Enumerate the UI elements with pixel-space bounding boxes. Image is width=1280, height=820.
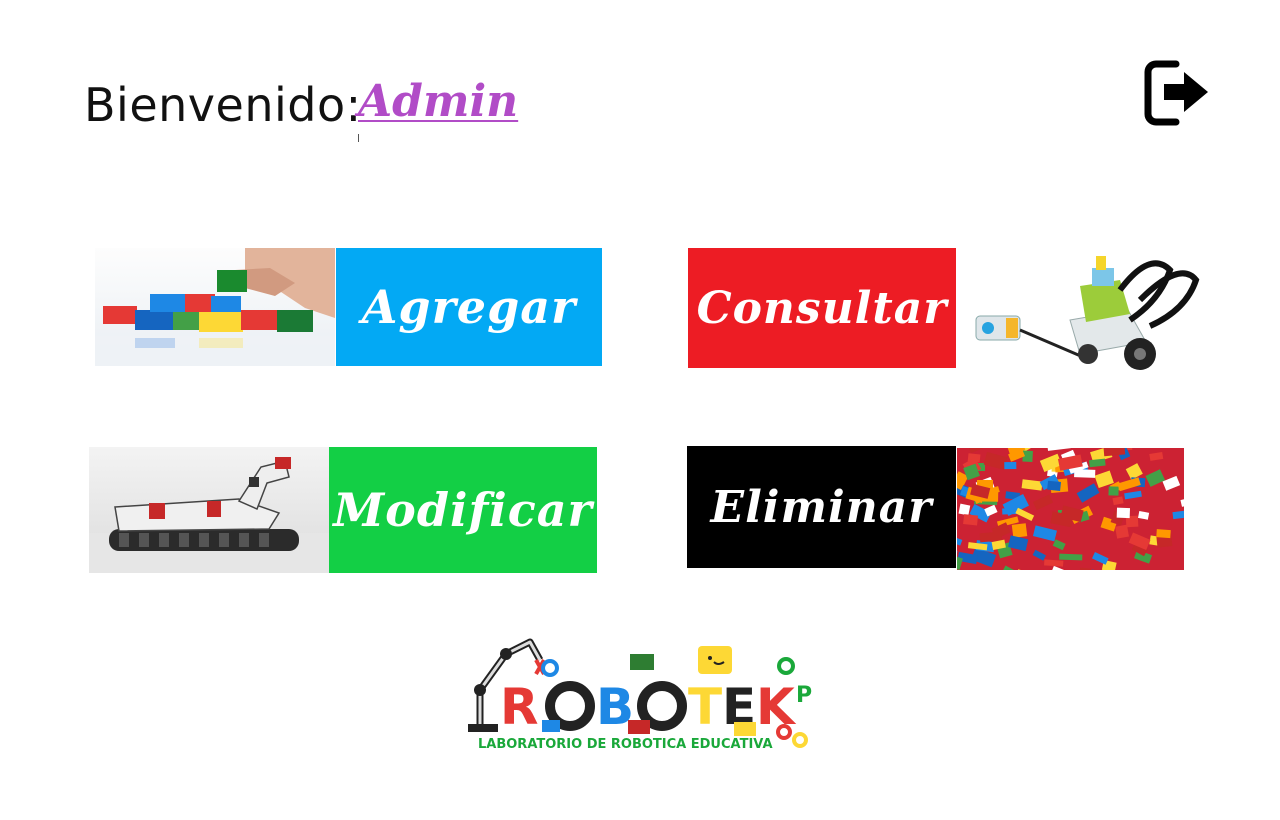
text-caret [358,134,359,142]
lego-wedo-robot-photo [960,250,1204,376]
delete-button-label: Eliminar [687,446,956,568]
svg-text:K: K [756,678,797,736]
logo-tagline: LABORATORIO DE ROBOTICA EDUCATIVA [478,737,773,752]
lego-mindstorms-robot-photo [89,447,329,573]
delete-tile[interactable]: Eliminar [687,446,1184,570]
username-link[interactable]: Admin [358,76,518,127]
modify-tile[interactable]: Modificar [89,447,597,573]
logout-button[interactable] [1142,56,1214,132]
add-tile[interactable]: Agregar [95,248,602,366]
query-button-label: Consultar [688,248,956,368]
robotek-logo: R B T E K P LABORATORIO DE ROBOTICA EDUC… [466,632,822,756]
svg-text:T: T [688,678,722,736]
modify-button-label: Modificar [329,447,597,573]
lego-bricks-hand-photo [95,248,335,366]
svg-text:P: P [796,683,812,708]
query-tile[interactable]: Consultar [688,248,1204,376]
add-button-label: Agregar [336,248,602,366]
svg-text:R: R [500,678,539,736]
lego-bricks-pile-photo [957,448,1184,570]
welcome-label: Bienvenido: [84,78,362,132]
logout-icon [1144,60,1208,126]
